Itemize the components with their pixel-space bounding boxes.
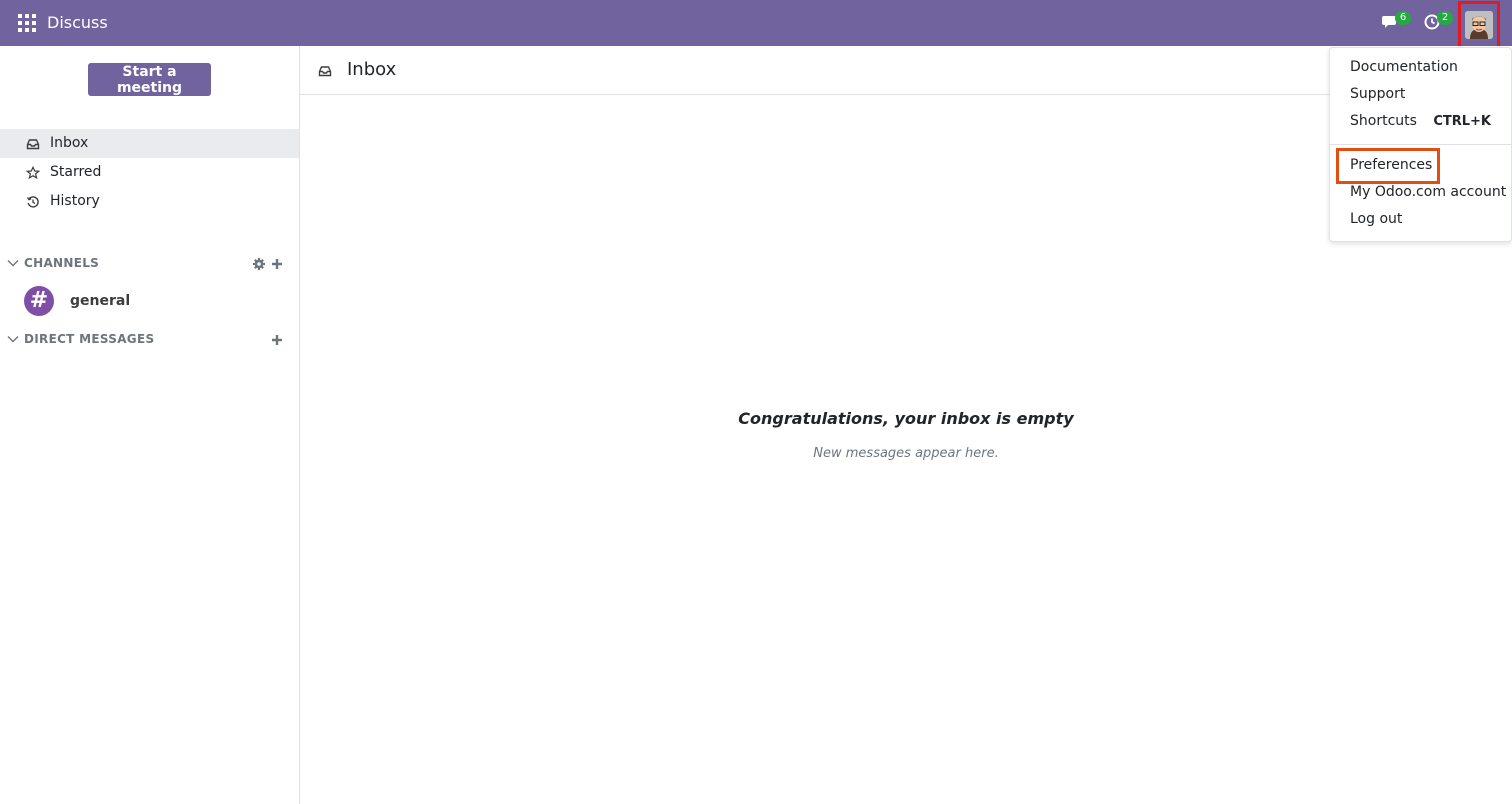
user-avatar-button[interactable] [1458,1,1500,49]
channel-name: general [70,293,131,309]
direct-messages-category-header[interactable]: DIRECT MESSAGES [0,329,299,351]
top-navbar: Discuss 6 2 [0,0,1512,49]
activities-badge: 2 [1437,11,1453,25]
apps-grid-icon[interactable] [18,14,36,32]
user-avatar [1465,11,1493,39]
add-channel-icon[interactable] [270,257,284,271]
sidebar-item-label: History [50,193,100,209]
messaging-menu-button[interactable]: 6 [1381,10,1411,36]
messages-badge: 6 [1395,11,1411,25]
menu-item-preferences[interactable]: Preferences [1350,157,1432,173]
sidebar-item-starred[interactable]: Starred [0,158,299,187]
add-direct-message-icon[interactable] [270,333,284,347]
inbox-icon [318,66,332,77]
menu-item-support[interactable]: Support [1350,86,1405,102]
star-icon [26,166,40,180]
chevron-down-icon[interactable] [7,333,19,345]
chevron-down-icon[interactable] [7,257,19,269]
gear-icon[interactable] [252,257,266,271]
history-icon [26,196,39,208]
shortcut-hint: CTRL+K [1433,114,1491,129]
app-title[interactable]: Discuss [47,13,108,32]
sidebar-item-label: Starred [50,164,102,180]
menu-divider [1330,144,1511,145]
channels-category-label: CHANNELS [24,256,100,270]
direct-messages-category-label: DIRECT MESSAGES [24,332,155,346]
start-meeting-button[interactable]: Start a meeting [88,63,211,96]
activities-menu-button[interactable]: 2 [1423,10,1453,36]
channel-avatar: # [24,286,54,316]
sidebar-item-history[interactable]: History [0,187,299,216]
channel-item-general[interactable]: # general [0,283,299,321]
menu-item-shortcuts[interactable]: Shortcuts [1350,113,1417,129]
menu-item-log-out[interactable]: Log out [1350,211,1402,227]
user-face-icon [1465,11,1493,39]
page-title: Inbox [347,59,397,80]
empty-inbox-title: Congratulations, your inbox is empty [738,409,1074,428]
user-menu-dropdown: Documentation Support Shortcuts CTRL+K P… [1329,47,1512,242]
discuss-sidebar: Start a meeting Inbox Starred History CH… [0,46,300,804]
channels-category-header[interactable]: CHANNELS [0,253,299,275]
menu-item-documentation[interactable]: Documentation [1350,59,1458,75]
inbox-icon [26,139,40,150]
sidebar-item-inbox[interactable]: Inbox [0,129,299,158]
empty-inbox-subtitle: New messages appear here. [813,446,999,461]
menu-item-odoo-account[interactable]: My Odoo.com account [1350,184,1506,200]
sidebar-item-label: Inbox [50,135,89,151]
